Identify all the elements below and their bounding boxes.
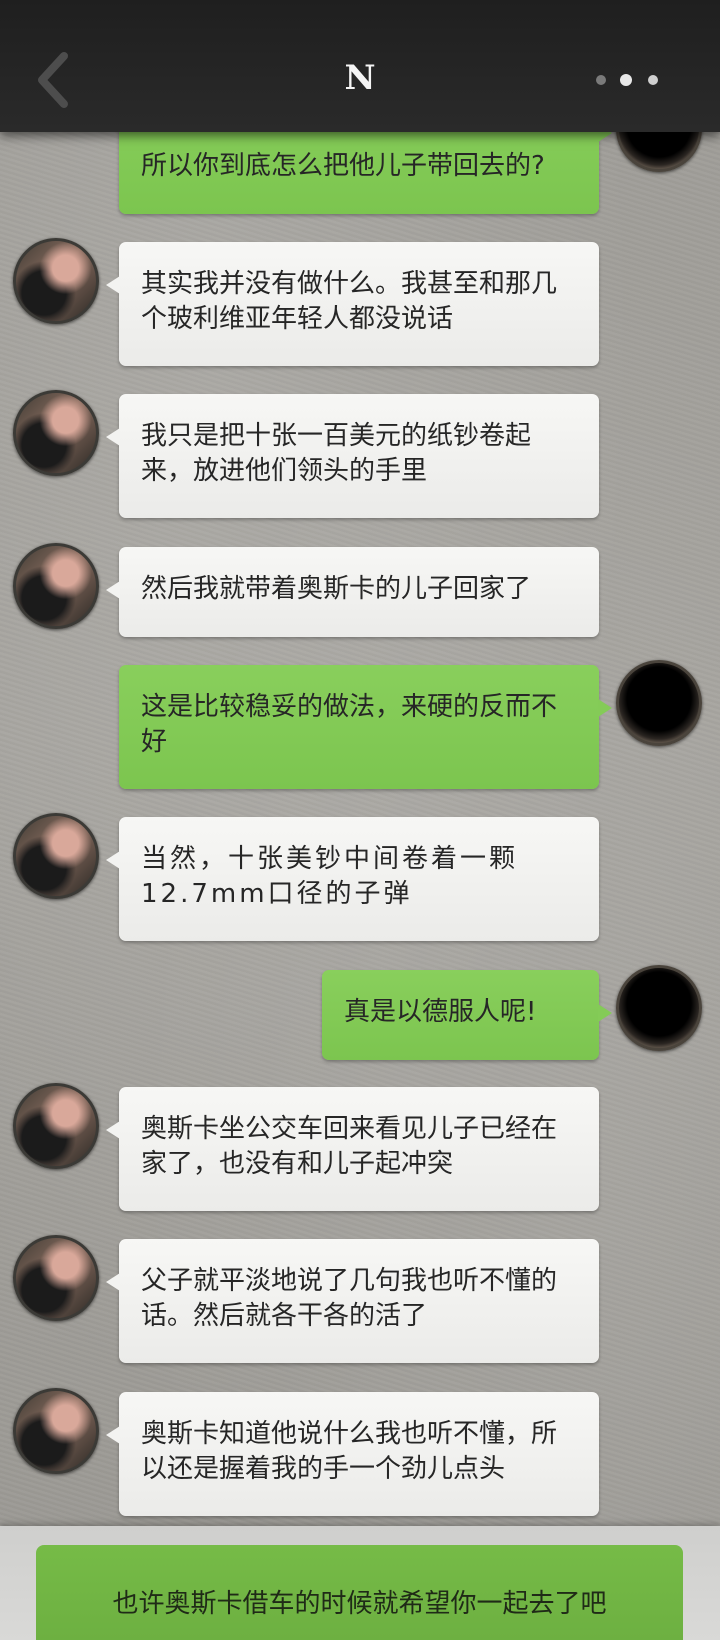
message-text: 我只是把十张一百美元的纸钞卷起来，放进他们领头的手里 bbox=[141, 421, 532, 486]
message-bubble-contact: 我只是把十张一百美元的纸钞卷起来，放进他们领头的手里 bbox=[106, 394, 599, 518]
message-text: 奥斯卡知道他说什么我也听不懂，所以还是握着我的手一个劲儿点头 bbox=[141, 1419, 558, 1484]
contact-avatar[interactable] bbox=[13, 813, 99, 899]
top-bar: N bbox=[0, 0, 720, 132]
contact-avatar[interactable] bbox=[13, 543, 99, 629]
message-text: 当然，十张美钞中间卷着一颗12.7mm口径的子弹 bbox=[141, 844, 519, 909]
reply-option-text: 也许奥斯卡借车的时候就希望你一起去了吧 bbox=[112, 1589, 607, 1619]
message-text: 所以你到底怎么把他儿子带回去的? bbox=[141, 151, 545, 181]
message-bubble-me: 真是以德服人呢! bbox=[322, 970, 612, 1060]
message-text: 奥斯卡坐公交车回来看见儿子已经在家了，也没有和儿子起冲突 bbox=[141, 1114, 558, 1179]
reply-option-button[interactable]: 也许奥斯卡借车的时候就希望你一起去了吧 bbox=[36, 1545, 683, 1640]
message-text: 真是以德服人呢! bbox=[344, 997, 537, 1027]
message-bubble-contact: 其实我并没有做什么。我甚至和那几个玻利维亚年轻人都没说话 bbox=[106, 242, 599, 366]
contact-avatar[interactable] bbox=[13, 390, 99, 476]
my-avatar[interactable] bbox=[616, 965, 702, 1051]
message-text: 然后我就带着奥斯卡的儿子回家了 bbox=[141, 574, 532, 604]
contact-avatar[interactable] bbox=[13, 1388, 99, 1474]
message-text: 父子就平淡地说了几句我也听不懂的话。然后就各干各的活了 bbox=[141, 1266, 558, 1331]
my-avatar[interactable] bbox=[616, 660, 702, 746]
message-text: 这是比较稳妥的做法，来硬的反而不好 bbox=[141, 692, 558, 757]
message-bubble-contact: 然后我就带着奥斯卡的儿子回家了 bbox=[106, 547, 599, 637]
message-text: 其实我并没有做什么。我甚至和那几个玻利维亚年轻人都没说话 bbox=[141, 269, 558, 334]
more-dots-icon[interactable] bbox=[590, 68, 668, 92]
message-bubble-contact: 父子就平淡地说了几句我也听不懂的话。然后就各干各的活了 bbox=[106, 1239, 599, 1363]
contact-avatar[interactable] bbox=[13, 238, 99, 324]
message-bubble-contact: 奥斯卡知道他说什么我也听不懂，所以还是握着我的手一个劲儿点头 bbox=[106, 1392, 599, 1516]
message-bubble-me: 这是比较稳妥的做法，来硬的反而不好 bbox=[119, 665, 612, 789]
message-bubble-contact: 奥斯卡坐公交车回来看见儿子已经在家了，也没有和儿子起冲突 bbox=[106, 1087, 599, 1211]
contact-avatar[interactable] bbox=[13, 1235, 99, 1321]
contact-avatar[interactable] bbox=[13, 1083, 99, 1169]
message-bubble-contact: 当然，十张美钞中间卷着一颗12.7mm口径的子弹 bbox=[106, 817, 599, 941]
